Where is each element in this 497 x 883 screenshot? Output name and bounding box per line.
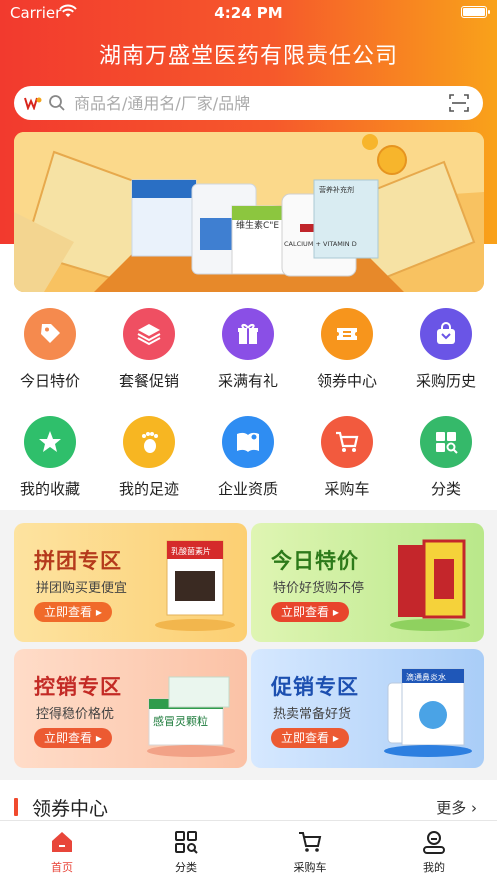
tab-home[interactable]: 首页	[22, 829, 102, 875]
promo-product-label: 感冒灵颗粒	[153, 714, 208, 728]
quick-menu-label: 采购历史	[415, 372, 476, 390]
footprint-icon	[123, 416, 175, 468]
quick-menu-item-enterprise-qualification[interactable]: 企业资质	[208, 416, 288, 499]
coupon-section-title: 领券中心	[32, 798, 109, 820]
tab-category[interactable]: 分类	[146, 829, 226, 875]
promo-button-label: 立即查看	[281, 731, 330, 745]
promo-title: 控销专区	[34, 675, 122, 699]
promo-product-label: 乳酸菌素片	[171, 546, 211, 556]
search-bar[interactable]	[14, 86, 483, 120]
layers-icon	[123, 308, 175, 360]
promo-button-label: 立即查看	[44, 731, 93, 745]
promo-product-image: 乳酸菌素片	[155, 540, 235, 631]
bag-icon	[420, 308, 472, 360]
quick-menu-label: 我的足迹	[118, 480, 179, 498]
quick-menu-item-cart[interactable]: 采购车	[307, 416, 387, 499]
promo-view-button[interactable]: 立即查看 ▸	[34, 728, 112, 748]
bottom-tab-bar: 首页 分类 采购车 我的	[0, 820, 497, 883]
quick-menu-item-purchase-history[interactable]: 采购历史	[406, 308, 486, 391]
promo-view-button[interactable]: 立即查看 ▸	[34, 602, 112, 622]
tab-label: 我的	[423, 861, 445, 874]
quick-menu-item-favorites[interactable]: 我的收藏	[10, 416, 90, 499]
brand-logo-icon	[24, 97, 42, 110]
quick-menu-label: 采购车	[324, 480, 370, 498]
promo-title: 今日特价	[271, 549, 359, 573]
promo-subtitle: 控得稳价格优	[36, 707, 115, 722]
search-input[interactable]	[74, 90, 444, 116]
clock: 4:24 PM	[214, 4, 283, 22]
company-title: 湖南万盛堂医药有限责任公司	[98, 44, 398, 69]
status-bar: Carrier 4:24 PM	[0, 0, 497, 26]
quick-menu-label: 套餐促销	[118, 372, 179, 390]
promo-view-button[interactable]: 立即查看 ▸	[271, 602, 349, 622]
promo-card-today-special[interactable]: 今日特价 特价好货购不停 立即查看 ▸	[251, 523, 484, 642]
promo-subtitle: 拼团购买更便宜	[36, 581, 128, 596]
quick-menu-label: 我的收藏	[19, 480, 80, 498]
coupon-more-link[interactable]: 更多 ›	[436, 797, 477, 818]
category-icon	[420, 416, 472, 468]
promo-subtitle: 热卖常备好货	[273, 707, 352, 722]
banner-label-supplement: 营养补充剂	[319, 185, 354, 194]
quick-menu-label: 分类	[430, 480, 461, 498]
quick-menu-label: 采满有礼	[217, 372, 278, 390]
section-accent-bar	[14, 798, 18, 816]
promo-button-label: 立即查看	[281, 605, 330, 619]
cart-icon	[299, 832, 322, 852]
tab-profile[interactable]: 我的	[394, 829, 474, 875]
promo-subtitle: 特价好货购不停	[273, 581, 365, 596]
search-icon	[49, 95, 65, 111]
promo-product-image: 滴通鼻炎水	[384, 668, 472, 757]
home-icon	[52, 832, 72, 852]
more-label: 更多	[436, 799, 467, 817]
promo-view-button[interactable]: 立即查看 ▸	[271, 728, 349, 748]
gift-icon	[222, 308, 274, 360]
star-icon	[24, 416, 76, 468]
profile-icon	[423, 831, 445, 854]
tab-label: 采购车	[293, 861, 327, 874]
quick-menu-item-coupon-center[interactable]: 领券中心	[307, 308, 387, 391]
quick-menu-item-full-gift[interactable]: 采满有礼	[208, 308, 288, 391]
quick-menu-item-category[interactable]: 分类	[406, 416, 486, 499]
tab-label: 分类	[175, 861, 197, 874]
promo-product-image	[390, 539, 470, 631]
ticket-icon	[321, 308, 373, 360]
promo-card-control-sale[interactable]: 控销专区 控得稳价格优 立即查看 ▸ 感冒灵颗粒	[14, 649, 247, 768]
promo-product-image: 感冒灵颗粒	[147, 676, 235, 757]
promo-section: 拼团专区 拼团购买更便宜 立即查看 ▸ 乳酸菌素片 今日特价 特价好货购不停 立…	[0, 510, 497, 780]
promo-title: 促销专区	[271, 675, 359, 699]
tag-icon	[24, 308, 76, 360]
quick-menu: 今日特价 套餐促销 采满有礼 领券中心 采购历史 我的收藏 我的足迹 企业资质 …	[0, 292, 497, 510]
banner-label-calcium: CALCIUM + VITAMIN D	[284, 240, 357, 248]
tab-cart[interactable]: 采购车	[270, 829, 350, 875]
promo-title: 拼团专区	[34, 549, 122, 573]
promo-card-group-buy[interactable]: 拼团专区 拼团购买更便宜 立即查看 ▸ 乳酸菌素片	[14, 523, 247, 642]
scan-icon[interactable]	[449, 94, 469, 112]
quick-menu-label: 今日特价	[19, 372, 80, 390]
quick-menu-item-footprints[interactable]: 我的足迹	[109, 416, 189, 499]
promo-button-label: 立即查看	[44, 605, 93, 619]
banner-illustration: 维生素C"E CALCIUM + VITAMIN D 营养补充剂	[14, 132, 484, 292]
tab-label: 首页	[51, 861, 73, 874]
battery-icon	[461, 6, 490, 18]
quick-menu-item-package-promo[interactable]: 套餐促销	[109, 308, 189, 391]
promo-product-label: 滴通鼻炎水	[406, 672, 446, 682]
banner-label-vitamin: 维生素C"E	[236, 219, 279, 231]
category-grid-icon	[175, 831, 198, 854]
book-icon	[222, 416, 274, 468]
cart-icon	[321, 416, 373, 468]
promo-banner[interactable]: 维生素C"E CALCIUM + VITAMIN D 营养补充剂	[14, 132, 484, 292]
quick-menu-item-today-special[interactable]: 今日特价	[10, 308, 90, 391]
coupon-section-header: 领券中心 更多 ›	[0, 780, 497, 820]
promo-card-promotion[interactable]: 促销专区 热卖常备好货 立即查看 ▸ 滴通鼻炎水	[251, 649, 484, 768]
chevron-right-icon: ›	[471, 799, 477, 817]
quick-menu-label: 领券中心	[316, 372, 377, 390]
quick-menu-label: 企业资质	[217, 480, 278, 498]
